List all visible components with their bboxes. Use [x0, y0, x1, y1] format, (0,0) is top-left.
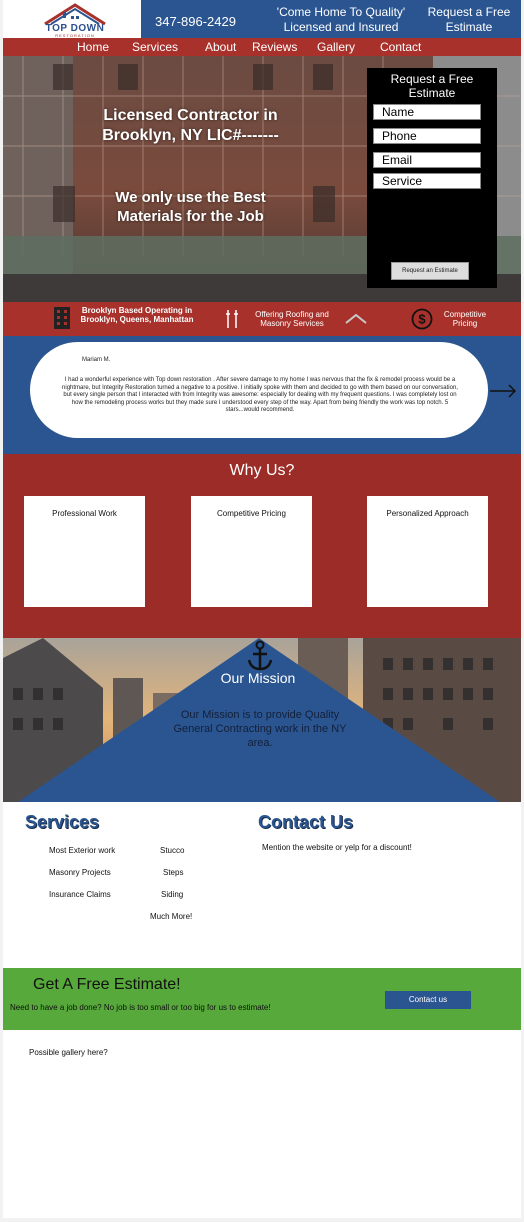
page: TOP DOWN RESTORATION 347-896-2429 'Come … [3, 0, 521, 1218]
main-nav: Home Services About Reviews Gallery Cont… [3, 38, 521, 56]
mission-title: Our Mission [220, 670, 296, 686]
why-card-label: Personalized Approach [386, 509, 469, 518]
service-item: Most Exterior work [49, 846, 116, 855]
why-card-pricing: Competitive Pricing [191, 496, 312, 607]
hero-subheadline: We only use the Best Materials for the J… [115, 189, 266, 225]
services-title: Services [25, 812, 100, 832]
phone-field[interactable]: Phone [373, 128, 481, 144]
request-estimate-button[interactable]: Request an Estimate [391, 262, 469, 280]
tools-icon [226, 310, 238, 328]
nav-about[interactable]: About [205, 40, 236, 54]
svg-text:$: $ [418, 312, 426, 327]
name-field[interactable]: Name [373, 104, 481, 120]
why-card-personalized: Personalized Approach [367, 496, 488, 607]
why-us-title: Why Us? [229, 462, 295, 479]
nav-home[interactable]: Home [77, 40, 109, 54]
estimate-form-title: Request a Free Estimate [390, 72, 474, 100]
pricing-text: Competitive Pricing [443, 310, 487, 328]
phone-number[interactable]: 347-896-2429 [155, 14, 236, 29]
arrow-right-icon[interactable] [489, 384, 517, 398]
header-estimate-link[interactable]: Request a Free Estimate [419, 5, 519, 35]
mission-text: Our Mission is to provide Quality Genera… [173, 709, 347, 749]
testimonial-section: Mariam M. I had a wonderful experience w… [3, 336, 521, 454]
service-item: Insurance Claims [49, 890, 111, 899]
reviewer-name: Mariam M. [82, 357, 111, 363]
contact-text: Mention the website or yelp for a discou… [262, 843, 412, 852]
estimate-banner: Get A Free Estimate! Need to have a job … [3, 968, 521, 1030]
service-item: Siding [161, 890, 184, 899]
why-card-label: Professional Work [52, 509, 117, 518]
nav-contact[interactable]: Contact [380, 40, 421, 54]
testimonial-card: Mariam M. I had a wonderful experience w… [30, 342, 488, 438]
nav-gallery[interactable]: Gallery [317, 40, 355, 54]
estimate-form: Request a Free Estimate Name Phone Email… [367, 68, 497, 288]
hero-section: Licensed Contractor in Brooklyn, NY LIC#… [3, 56, 521, 302]
nav-services[interactable]: Services [132, 40, 178, 54]
why-us-section: Why Us? Professional Work Competitive Pr… [3, 454, 521, 638]
review-text: I had a wonderful experience with Top do… [62, 377, 458, 414]
contact-title: Contact Us [258, 812, 354, 832]
service-item: Much More! [150, 912, 193, 921]
nav-reviews[interactable]: Reviews [252, 40, 297, 54]
top-bar: TOP DOWN RESTORATION 347-896-2429 'Come … [3, 0, 521, 38]
building-icon [54, 307, 70, 329]
location-text: Brooklyn Based Operating in Brooklyn, Qu… [80, 306, 194, 324]
estimate-banner-subtitle: Need to have a job done? No job is too s… [10, 1003, 271, 1012]
header-bar: 347-896-2429 'Come Home To Quality' Lice… [141, 0, 521, 38]
gallery-placeholder: Possible gallery here? [29, 1048, 108, 1057]
contact-us-button[interactable]: Contact us [385, 991, 471, 1009]
services-offer-text: Offering Roofing and Masonry Services [255, 310, 329, 328]
anchor-icon [247, 640, 273, 671]
service-item: Stucco [160, 846, 185, 855]
service-field[interactable]: Service [373, 173, 481, 189]
why-card-label: Competitive Pricing [217, 509, 286, 518]
tagline: 'Come Home To Quality' Licensed and Insu… [276, 5, 406, 34]
hero-headline: Licensed Contractor in Brooklyn, NY LIC#… [102, 107, 279, 144]
features-strip: Brooklyn Based Operating in Brooklyn, Qu… [3, 302, 521, 336]
email-field[interactable]: Email [373, 152, 481, 168]
service-item: Steps [163, 868, 184, 877]
estimate-banner-title: Get A Free Estimate! [33, 976, 181, 993]
why-card-professional: Professional Work [24, 496, 145, 607]
mission-section: Our Mission Our Mission is to provide Qu… [3, 638, 521, 802]
roof-icon [345, 314, 367, 324]
service-item: Masonry Projects [49, 868, 111, 877]
dollar-icon: $ [411, 308, 433, 330]
